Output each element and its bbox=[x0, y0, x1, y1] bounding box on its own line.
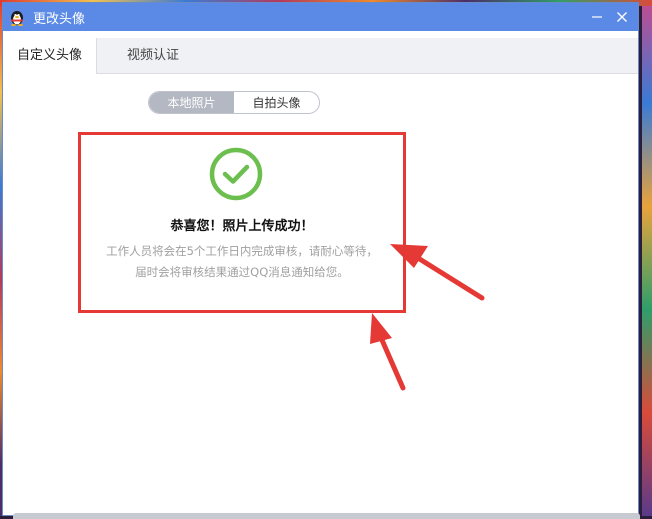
change-avatar-window: 更改头像 自定义头像 视频认证 本地照片 自拍头像 恭喜您！照片上传成功！ 工作… bbox=[2, 2, 640, 519]
success-title: 恭喜您！照片上传成功！ bbox=[170, 219, 314, 234]
local-photo-option[interactable]: 本地照片 bbox=[149, 92, 234, 113]
qq-penguin-icon bbox=[8, 8, 26, 26]
selfie-avatar-option[interactable]: 自拍头像 bbox=[234, 92, 319, 113]
title-bar[interactable]: 更改头像 bbox=[3, 3, 638, 31]
tab-video-verification[interactable]: 视频认证 bbox=[123, 38, 183, 73]
desktop-background-right bbox=[642, 0, 652, 516]
bottom-scroll-area bbox=[13, 513, 640, 519]
tab-custom-avatar[interactable]: 自定义头像 bbox=[3, 38, 97, 74]
success-description: 工作人员将会在5个工作日内完成审核，请耐心等待， 届时会将审核结果通过QQ消息通… bbox=[81, 241, 403, 283]
upload-success-panel: 恭喜您！照片上传成功！ 工作人员将会在5个工作日内完成审核，请耐心等待， 届时会… bbox=[78, 132, 406, 313]
tab-bar: 自定义头像 视频认证 bbox=[3, 38, 638, 74]
success-description-line-2: 届时会将审核结果通过QQ消息通知给您。 bbox=[135, 265, 349, 279]
minimize-icon bbox=[592, 16, 602, 18]
success-description-line-1: 工作人员将会在5个工作日内完成审核，请耐心等待， bbox=[106, 244, 378, 258]
close-button[interactable] bbox=[608, 3, 636, 31]
minimize-button[interactable] bbox=[583, 3, 611, 31]
check-circle-icon bbox=[209, 147, 263, 201]
photo-source-toggle: 本地照片 自拍头像 bbox=[148, 91, 320, 114]
window-title: 更改头像 bbox=[33, 11, 86, 27]
close-icon bbox=[617, 12, 627, 22]
